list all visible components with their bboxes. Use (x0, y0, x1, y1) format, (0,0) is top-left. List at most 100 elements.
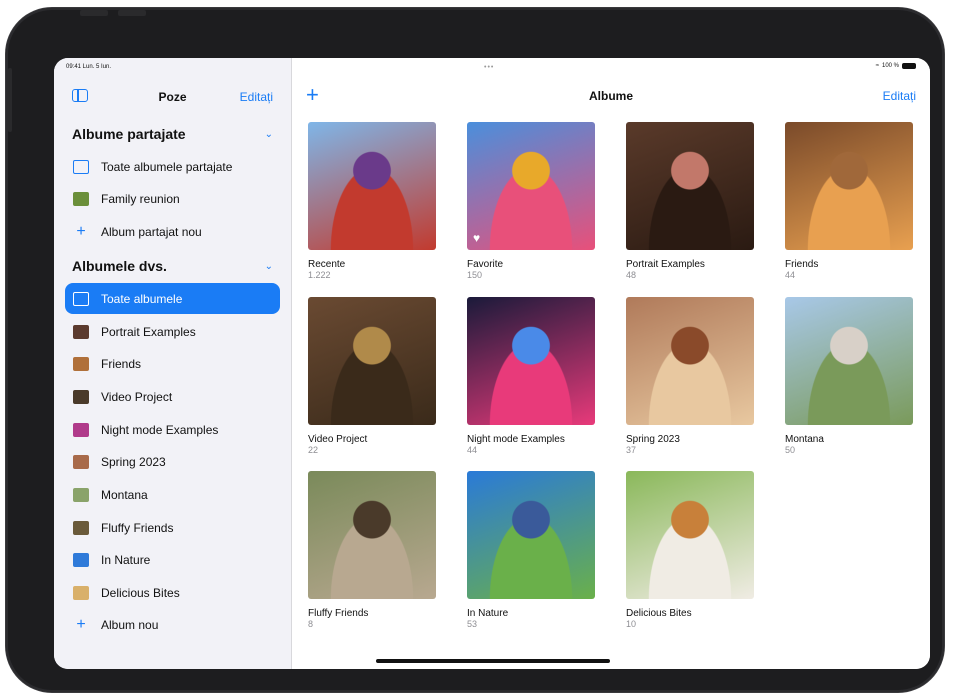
album-tile[interactable]: Night mode Examples 44 (467, 297, 595, 455)
album-count: 50 (785, 445, 796, 455)
chevron-down-icon[interactable]: ⌄ (265, 129, 273, 140)
sidebar-item-portrait-examples[interactable]: Portrait Examples (65, 316, 280, 347)
album-name: Night mode Examples (467, 434, 565, 445)
album-name: Portrait Examples (626, 259, 705, 270)
album-tile[interactable]: Recente 1.222 (308, 122, 436, 280)
sidebar-item-family-reunion[interactable]: Family reunion (65, 183, 280, 214)
sidebar-item-label: Family reunion (101, 191, 180, 206)
sidebar-item-label: Night mode Examples (101, 422, 219, 437)
sidebar-item-fluffy-friends[interactable]: Fluffy Friends (65, 512, 280, 543)
volume-button (80, 10, 108, 16)
power-button (8, 68, 12, 132)
sidebar-item-friends[interactable]: Friends (65, 348, 280, 379)
night-thumb-icon (73, 422, 89, 437)
fluffy-thumb-icon (73, 520, 89, 535)
sidebar-item-all-shared-albums[interactable]: Toate albumele partajate (65, 151, 280, 182)
wifi-icon: ≈ (875, 63, 879, 69)
page-title: Albume (588, 89, 633, 103)
album-name: Friends (785, 259, 819, 270)
montana-thumb-icon (73, 487, 89, 502)
sidebar-item-all-albums[interactable]: Toate albumele (65, 283, 280, 314)
sidebar-item-label: Montana (101, 487, 148, 502)
multitasking-dots[interactable]: ••• (484, 64, 494, 71)
album-thumbnail[interactable] (626, 297, 754, 425)
album-tile[interactable]: ♥ Favorite 150 (467, 122, 595, 280)
album-thumbnail[interactable] (467, 297, 595, 425)
album-name: Spring 2023 (626, 434, 680, 445)
sidebar-item-label: Album partajat nou (101, 224, 202, 239)
album-thumbnail[interactable] (308, 297, 436, 425)
friends-thumb-icon (73, 356, 89, 371)
bites-thumb-icon (73, 585, 89, 600)
album-name: Recente (308, 259, 346, 270)
album-count: 48 (626, 270, 637, 280)
sidebar-item-in-nature[interactable]: In Nature (65, 544, 280, 575)
ipad-frame: 09:41 Lun. 5 Iun. Poze Editați Albume pa… (6, 8, 944, 692)
album-count: 10 (626, 619, 637, 629)
album-tile[interactable]: Fluffy Friends 8 (308, 471, 436, 629)
sidebar-item-label: Fluffy Friends (101, 520, 174, 535)
album-tile[interactable]: Delicious Bites 10 (626, 471, 754, 629)
heart-icon: ♥ (473, 231, 481, 245)
album-tile[interactable]: Montana 50 (785, 297, 913, 455)
album-tile[interactable]: In Nature 53 (467, 471, 595, 629)
battery-percent: 100 % (881, 63, 899, 69)
sidebar: 09:41 Lun. 5 Iun. Poze Editați Albume pa… (54, 58, 292, 669)
albums-main: ••• ≈ 100 % + Albume Editați Recente 1.22… (292, 58, 930, 669)
sidebar-item-new-shared-album[interactable]: + Album partajat nou (65, 216, 280, 247)
sidebar-edit-button[interactable]: Editați (240, 90, 273, 104)
album-thumbnail[interactable]: ♥ (467, 122, 595, 250)
album-count: 150 (467, 270, 483, 280)
album-name: Delicious Bites (626, 608, 692, 619)
sidebar-item-delicious-bites[interactable]: Delicious Bites (65, 577, 280, 608)
album-count: 44 (785, 270, 796, 280)
album-thumbnail[interactable] (626, 122, 754, 250)
album-name: Video Project (308, 434, 368, 445)
sidebar-item-video-project[interactable]: Video Project (65, 381, 280, 412)
sidebar-item-montana[interactable]: Montana (65, 479, 280, 510)
battery-icon (902, 63, 916, 69)
sidebar-item-label: Spring 2023 (101, 454, 166, 469)
album-thumbnail[interactable] (308, 122, 436, 250)
album-thumbnail[interactable] (785, 122, 913, 250)
family-reunion-thumb-icon (73, 191, 89, 206)
album-count: 53 (467, 619, 478, 629)
sidebar-item-label: Album nou (101, 617, 159, 632)
sidebar-item-night-mode[interactable]: Night mode Examples (65, 414, 280, 445)
spring-thumb-icon (73, 454, 89, 469)
album-name: In Nature (467, 608, 509, 619)
section-your-albums[interactable]: Albumele dvs. (72, 258, 167, 274)
section-shared-albums[interactable]: Albume partajate (72, 126, 186, 142)
album-count: 1.222 (308, 270, 331, 280)
album-thumbnail[interactable] (308, 471, 436, 599)
status-right: ≈ 100 % (876, 63, 916, 69)
sidebar-item-label: Delicious Bites (101, 585, 180, 600)
album-thumbnail[interactable] (626, 471, 754, 599)
album-thumbnail[interactable] (467, 471, 595, 599)
video-thumb-icon (73, 389, 89, 404)
album-tile[interactable]: Spring 2023 37 (626, 297, 754, 455)
nature-thumb-icon (73, 552, 89, 567)
album-tile[interactable]: Video Project 22 (308, 297, 436, 455)
album-count: 22 (308, 445, 319, 455)
plus-icon: + (76, 615, 86, 633)
status-time: 09:41 Lun. 5 Iun. (66, 64, 112, 70)
home-indicator[interactable] (376, 659, 610, 663)
sidebar-header: Poze Editați (54, 80, 291, 112)
album-thumbnail[interactable] (785, 297, 913, 425)
album-count: 37 (626, 445, 637, 455)
sidebar-item-spring-2023[interactable]: Spring 2023 (65, 446, 280, 477)
shared-albums-icon (73, 159, 89, 174)
album-tile[interactable]: Friends 44 (785, 122, 913, 280)
sidebar-item-label: Portrait Examples (101, 324, 196, 339)
sidebar-item-label: Video Project (101, 389, 173, 404)
chevron-down-icon[interactable]: ⌄ (265, 261, 273, 272)
album-tile[interactable]: Portrait Examples 48 (626, 122, 754, 280)
album-count: 8 (308, 619, 314, 629)
plus-icon: + (76, 222, 86, 240)
sidebar-item-label: In Nature (101, 552, 151, 567)
edit-button[interactable]: Editați (883, 89, 916, 103)
screen: 09:41 Lun. 5 Iun. Poze Editați Albume pa… (54, 58, 930, 669)
sidebar-item-new-album[interactable]: + Album nou (65, 609, 280, 640)
portrait-thumb-icon (73, 324, 89, 339)
